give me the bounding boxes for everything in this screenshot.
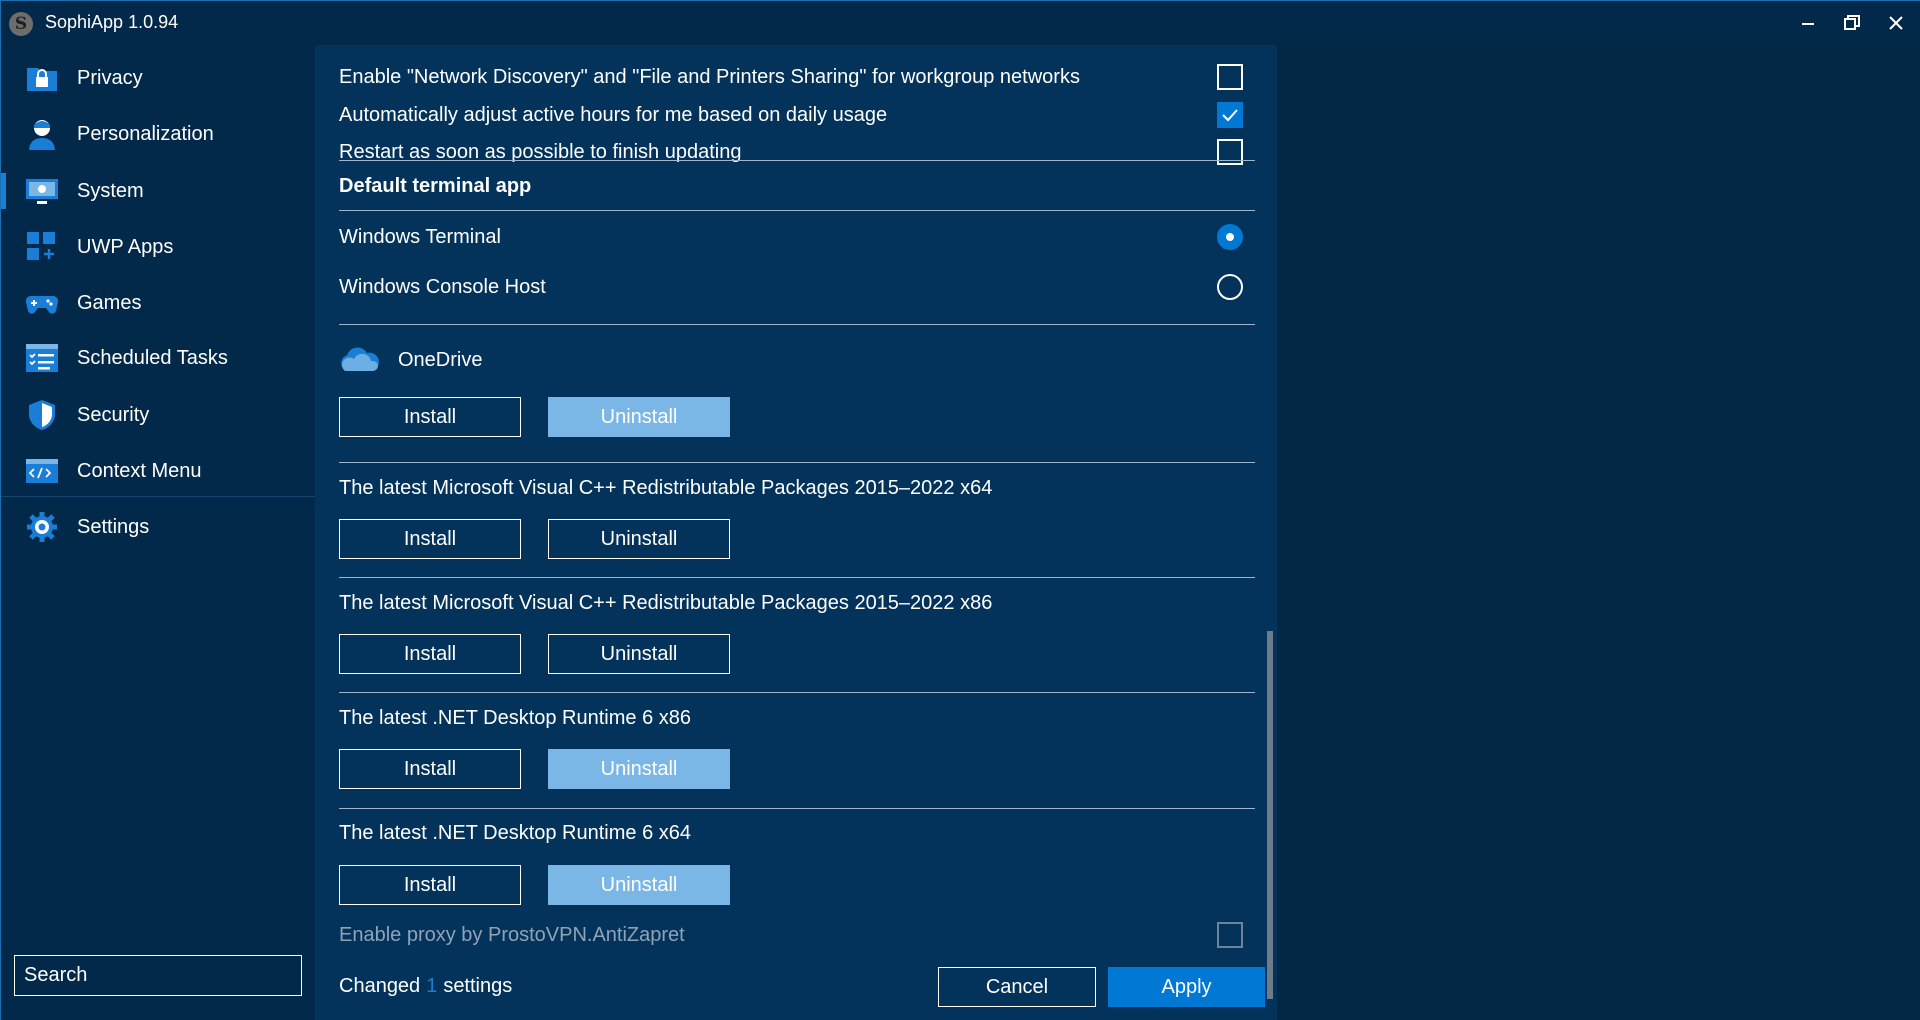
restore-icon[interactable] bbox=[1830, 1, 1874, 45]
code-window-icon bbox=[26, 459, 58, 483]
setting-label: Enable proxy by ProstoVPN.AntiZapret bbox=[339, 923, 685, 946]
apply-button[interactable]: Apply bbox=[1108, 967, 1265, 1007]
package-title-vcpp-x86: The latest Microsoft Visual C++ Redistri… bbox=[339, 592, 993, 614]
section-title-terminal: Default terminal app bbox=[339, 175, 532, 197]
onedrive-cloud-icon bbox=[341, 347, 379, 371]
radio-windows-terminal[interactable]: Windows Terminal bbox=[339, 220, 1259, 254]
app-title: SophiApp 1.0.94 bbox=[45, 12, 179, 32]
apps-grid-icon bbox=[27, 232, 55, 260]
checkbox-checked[interactable] bbox=[1217, 102, 1243, 128]
dotnet-x86-install-button[interactable]: Install bbox=[339, 749, 521, 789]
lock-folder-icon bbox=[27, 68, 57, 91]
changed-suffix: settings bbox=[443, 975, 513, 997]
person-icon bbox=[29, 120, 55, 150]
dotnet-x86-uninstall-button[interactable]: Uninstall bbox=[548, 749, 730, 789]
setting-proxy[interactable]: Enable proxy by ProstoVPN.AntiZapret bbox=[339, 918, 1259, 952]
package-title-onedrive: OneDrive bbox=[398, 349, 483, 371]
vcpp-x64-uninstall-button[interactable]: Uninstall bbox=[548, 519, 730, 559]
checklist-icon bbox=[26, 344, 58, 372]
radio-button[interactable] bbox=[1217, 274, 1243, 300]
vcpp-x86-uninstall-button[interactable]: Uninstall bbox=[548, 634, 730, 674]
setting-restart-asap[interactable]: Restart as soon as possible to finish up… bbox=[339, 135, 1259, 169]
scrollbar-thumb[interactable] bbox=[1267, 631, 1273, 999]
onedrive-uninstall-button[interactable]: Uninstall bbox=[548, 397, 730, 437]
sidebar-item-system[interactable]: System bbox=[1, 163, 315, 219]
sidebar-item-label: Scheduled Tasks bbox=[77, 346, 228, 369]
monitor-icon bbox=[26, 179, 58, 204]
divider bbox=[339, 692, 1255, 693]
package-title-dotnet-x86: The latest .NET Desktop Runtime 6 x86 bbox=[339, 707, 692, 729]
changed-count: 1 bbox=[426, 975, 438, 997]
sidebar-item-label: Personalization bbox=[77, 122, 214, 145]
divider bbox=[339, 808, 1255, 809]
gamepad-icon bbox=[25, 295, 59, 314]
sidebar: Privacy Personalization System UWP Apps … bbox=[1, 45, 315, 1020]
package-title-dotnet-x64: The latest .NET Desktop Runtime 6 x64 bbox=[339, 822, 692, 844]
sidebar-item-privacy[interactable]: Privacy bbox=[1, 50, 315, 106]
sidebar-item-label: Settings bbox=[77, 515, 150, 538]
divider bbox=[339, 462, 1255, 463]
sidebar-divider bbox=[1, 496, 315, 497]
main-panel: Enable "Network Discovery" and "File and… bbox=[315, 45, 1277, 1020]
changed-prefix: Changed bbox=[339, 975, 421, 997]
setting-active-hours[interactable]: Automatically adjust active hours for me… bbox=[339, 98, 1259, 132]
sidebar-item-label: Security bbox=[77, 403, 150, 426]
title-bar[interactable]: S SophiApp 1.0.94 bbox=[1, 1, 1920, 45]
checkbox[interactable] bbox=[1217, 139, 1243, 165]
radio-label: Windows Console Host bbox=[339, 275, 546, 298]
sidebar-item-label: Games bbox=[77, 291, 142, 314]
radio-windows-console-host[interactable]: Windows Console Host bbox=[339, 270, 1259, 304]
dotnet-x64-install-button[interactable]: Install bbox=[339, 865, 521, 905]
checkbox-disabled[interactable] bbox=[1217, 922, 1243, 948]
right-pane bbox=[1277, 45, 1920, 1020]
package-title-vcpp-x64: The latest Microsoft Visual C++ Redistri… bbox=[339, 477, 993, 499]
cancel-button[interactable]: Cancel bbox=[938, 967, 1096, 1007]
vcpp-x64-install-button[interactable]: Install bbox=[339, 519, 521, 559]
sidebar-item-personalization[interactable]: Personalization bbox=[1, 106, 315, 162]
divider bbox=[339, 577, 1255, 578]
setting-label: Automatically adjust active hours for me… bbox=[339, 103, 888, 126]
sidebar-item-label: UWP Apps bbox=[77, 235, 174, 258]
close-icon[interactable] bbox=[1874, 1, 1918, 45]
onedrive-install-button[interactable]: Install bbox=[339, 397, 521, 437]
checkbox[interactable] bbox=[1217, 64, 1243, 90]
sidebar-item-settings[interactable]: Settings bbox=[1, 499, 315, 555]
sidebar-item-label: Context Menu bbox=[77, 459, 202, 482]
minimize-icon[interactable] bbox=[1786, 1, 1830, 45]
changed-settings-status: Changed 1 settings bbox=[339, 975, 512, 998]
radio-label: Windows Terminal bbox=[339, 225, 501, 248]
shield-icon bbox=[29, 400, 55, 430]
divider bbox=[339, 210, 1255, 211]
sidebar-item-uwp-apps[interactable]: UWP Apps bbox=[1, 219, 315, 275]
app-logo-icon: S bbox=[9, 12, 33, 36]
sidebar-item-label: Privacy bbox=[77, 66, 143, 89]
checkmark-icon bbox=[1222, 109, 1238, 122]
dotnet-x64-uninstall-button[interactable]: Uninstall bbox=[548, 865, 730, 905]
divider bbox=[339, 324, 1255, 325]
setting-network-discovery[interactable]: Enable "Network Discovery" and "File and… bbox=[339, 60, 1259, 94]
sidebar-item-scheduled-tasks[interactable]: Scheduled Tasks bbox=[1, 330, 315, 386]
app-window: S SophiApp 1.0.94 Privacy Personalizatio… bbox=[0, 0, 1920, 1020]
setting-label: Enable "Network Discovery" and "File and… bbox=[339, 65, 1080, 88]
vcpp-x86-install-button[interactable]: Install bbox=[339, 634, 521, 674]
divider bbox=[339, 160, 1255, 161]
sidebar-item-games[interactable]: Games bbox=[1, 275, 315, 331]
gear-icon bbox=[27, 512, 57, 542]
sidebar-item-label: System bbox=[77, 179, 144, 202]
search-input[interactable] bbox=[14, 955, 302, 996]
sidebar-item-security[interactable]: Security bbox=[1, 387, 315, 443]
sidebar-item-context-menu[interactable]: Context Menu bbox=[1, 443, 315, 499]
radio-button-selected[interactable] bbox=[1217, 224, 1243, 250]
